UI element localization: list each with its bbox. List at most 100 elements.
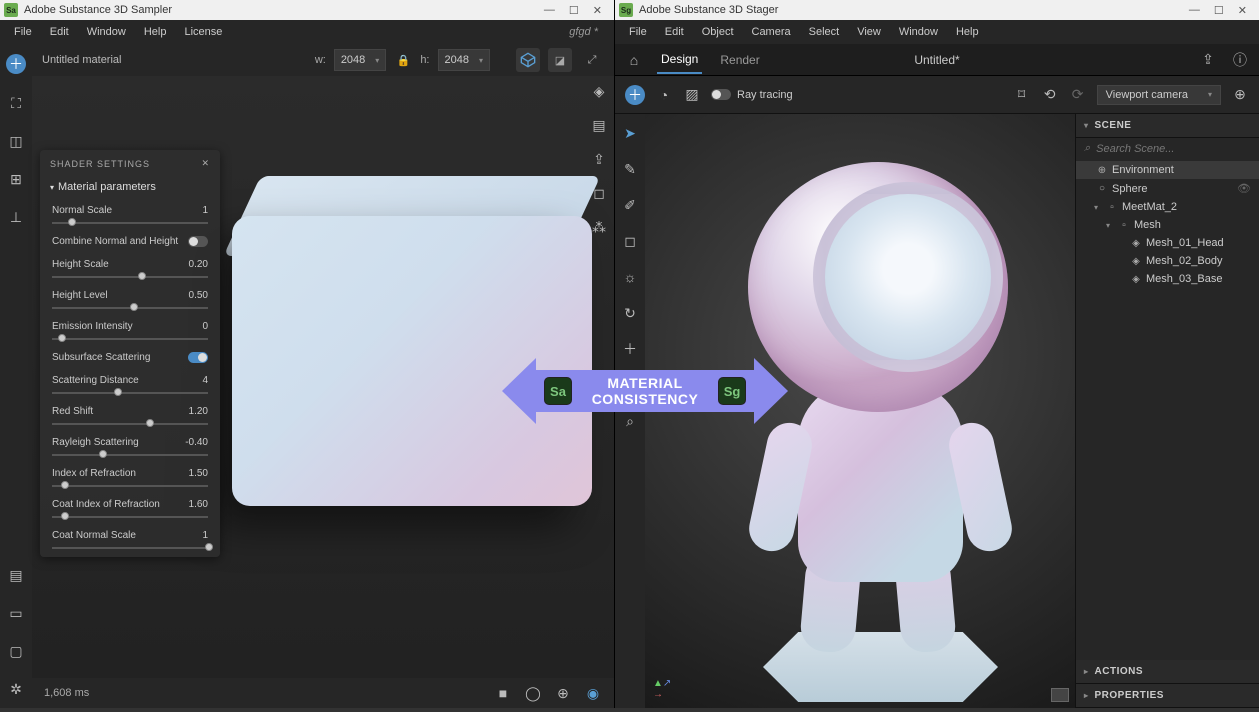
menu-camera[interactable]: Camera	[744, 23, 799, 41]
slider-track[interactable]	[52, 516, 208, 518]
tree-item-sphere[interactable]: ○Sphere👁	[1076, 179, 1259, 198]
tree-item-meetmat-2[interactable]: ▾▫MeetMat_2	[1076, 198, 1259, 216]
param-coat-normal-scale[interactable]: Coat Normal Scale1	[40, 526, 220, 557]
menu-license[interactable]: License	[176, 23, 230, 41]
close-button[interactable]: ✕	[593, 4, 602, 17]
width-select[interactable]: 2048▾	[334, 49, 387, 71]
minimize-button[interactable]: —	[544, 4, 555, 17]
tree-item-mesh-01-head[interactable]: ◈Mesh_01_Head	[1076, 234, 1259, 252]
camera-icon[interactable]: ■	[494, 684, 512, 702]
help-icon[interactable]: ⓘ	[1231, 51, 1249, 69]
menu-help[interactable]: Help	[136, 23, 175, 41]
scene-heading[interactable]: ▾SCENE	[1076, 114, 1259, 137]
param-red-shift[interactable]: Red Shift1.20	[40, 402, 220, 433]
slider-track[interactable]	[52, 338, 208, 340]
menu-help[interactable]: Help	[948, 23, 987, 41]
param-subsurface-scattering[interactable]: Subsurface Scattering	[40, 348, 220, 371]
prim-icon[interactable]: ◻	[621, 232, 639, 250]
books-icon[interactable]: ▤	[590, 116, 608, 134]
light-icon[interactable]: ☼	[621, 268, 639, 286]
snap2-icon[interactable]: ⟲	[1041, 86, 1059, 104]
menu-select[interactable]: Select	[801, 23, 848, 41]
cube-icon[interactable]: ◻	[590, 184, 608, 202]
menu-window[interactable]: Window	[891, 23, 946, 41]
shader-close-icon[interactable]: ✕	[201, 158, 210, 169]
menu-file[interactable]: File	[621, 23, 655, 41]
share-icon[interactable]: ⇪	[1199, 51, 1217, 69]
add-button[interactable]: ＋	[625, 85, 645, 105]
arrow-icon[interactable]: ➤	[621, 124, 639, 142]
slider-track[interactable]	[52, 485, 208, 487]
slider-track[interactable]	[52, 307, 208, 309]
slider-track[interactable]	[52, 222, 208, 224]
ray-tracing-toggle[interactable]	[711, 89, 731, 100]
sample-icon[interactable]: ✐	[621, 196, 639, 214]
plus-icon[interactable]: ＋	[621, 340, 639, 358]
chevron-down-icon[interactable]: ▾	[1106, 221, 1114, 230]
grid-icon[interactable]: ⊞	[7, 170, 25, 188]
maximize-button[interactable]: ☐	[569, 4, 579, 17]
record-icon[interactable]: ◉	[584, 684, 602, 702]
menu-edit[interactable]: Edit	[657, 23, 692, 41]
home-icon[interactable]: ⌂	[625, 51, 643, 69]
refresh-icon[interactable]: ◯	[524, 684, 542, 702]
param-rayleigh-scattering[interactable]: Rayleigh Scattering-0.40	[40, 433, 220, 464]
wand-icon[interactable]: ✎	[621, 160, 639, 178]
tree-item-mesh-03-base[interactable]: ◈Mesh_03_Base	[1076, 270, 1259, 288]
param-combine-normal-and-height[interactable]: Combine Normal and Height	[40, 232, 220, 255]
layers-icon[interactable]: ◈	[590, 82, 608, 100]
param-emission-intensity[interactable]: Emission Intensity0	[40, 317, 220, 348]
shape-icon[interactable]: ◫	[7, 132, 25, 150]
menu-view[interactable]: View	[849, 23, 889, 41]
export-icon[interactable]: ⇪	[590, 150, 608, 168]
slider-track[interactable]	[52, 454, 208, 456]
speed-icon[interactable]: ◔	[655, 86, 673, 104]
crop-icon[interactable]: ⛶	[7, 94, 25, 112]
tree-item-environment[interactable]: ⊕Environment	[1076, 161, 1259, 179]
globe-icon[interactable]: ⊕	[554, 684, 572, 702]
actions-heading[interactable]: ▸ACTIONS	[1076, 660, 1259, 683]
presentation-icon[interactable]: ▢	[7, 642, 25, 660]
image-icon[interactable]: ▨	[683, 86, 701, 104]
menu-window[interactable]: Window	[79, 23, 134, 41]
slider-track[interactable]	[52, 423, 208, 425]
panel1-icon[interactable]: ▤	[7, 566, 25, 584]
param-index-of-refraction[interactable]: Index of Refraction1.50	[40, 464, 220, 495]
param-coat-index-of-refraction[interactable]: Coat Index of Refraction1.60	[40, 495, 220, 526]
slider-track[interactable]	[52, 276, 208, 278]
camera-add-icon[interactable]: ⊕	[1231, 86, 1249, 104]
height-select[interactable]: 2048▾	[438, 49, 491, 71]
briefcase-icon[interactable]: ▭	[7, 604, 25, 622]
fullscreen-icon[interactable]: ⤢	[580, 48, 604, 72]
camera-select[interactable]: Viewport camera ▾	[1097, 85, 1221, 105]
close-button[interactable]: ✕	[1238, 4, 1247, 17]
view-2d-icon[interactable]: ◪	[548, 48, 572, 72]
chevron-down-icon[interactable]: ▾	[1094, 203, 1102, 212]
visibility-icon[interactable]: 👁	[1237, 182, 1251, 195]
toggle[interactable]	[188, 352, 208, 363]
menu-edit[interactable]: Edit	[42, 23, 77, 41]
settings-icon[interactable]: ✲	[7, 680, 25, 698]
snap1-icon[interactable]: ⌑	[1013, 86, 1031, 104]
person-icon[interactable]: ⊥	[7, 208, 25, 226]
minimize-button[interactable]: —	[1189, 4, 1200, 17]
slider-track[interactable]	[52, 547, 208, 549]
tab-render[interactable]: Render	[716, 47, 763, 73]
param-height-scale[interactable]: Height Scale0.20	[40, 255, 220, 286]
loop-icon[interactable]: ↻	[621, 304, 639, 322]
slider-track[interactable]	[52, 392, 208, 394]
viewport-mini-icon[interactable]	[1051, 688, 1069, 702]
tree-item-mesh-02-body[interactable]: ◈Mesh_02_Body	[1076, 252, 1259, 270]
param-height-level[interactable]: Height Level0.50	[40, 286, 220, 317]
shader-section[interactable]: Material parameters	[58, 181, 156, 193]
scene-search[interactable]: ⌕ Search Scene...	[1076, 138, 1259, 159]
link-icon[interactable]: 🔒	[394, 51, 412, 69]
tree-item-mesh[interactable]: ▾▫Mesh	[1076, 216, 1259, 234]
add-icon[interactable]: ＋	[6, 54, 26, 74]
menu-object[interactable]: Object	[694, 23, 742, 41]
param-normal-scale[interactable]: Normal Scale1	[40, 201, 220, 232]
param-scattering-distance[interactable]: Scattering Distance4	[40, 371, 220, 402]
view-3d-icon[interactable]	[516, 48, 540, 72]
properties-heading[interactable]: ▸PROPERTIES	[1076, 684, 1259, 707]
toggle[interactable]	[188, 236, 208, 247]
